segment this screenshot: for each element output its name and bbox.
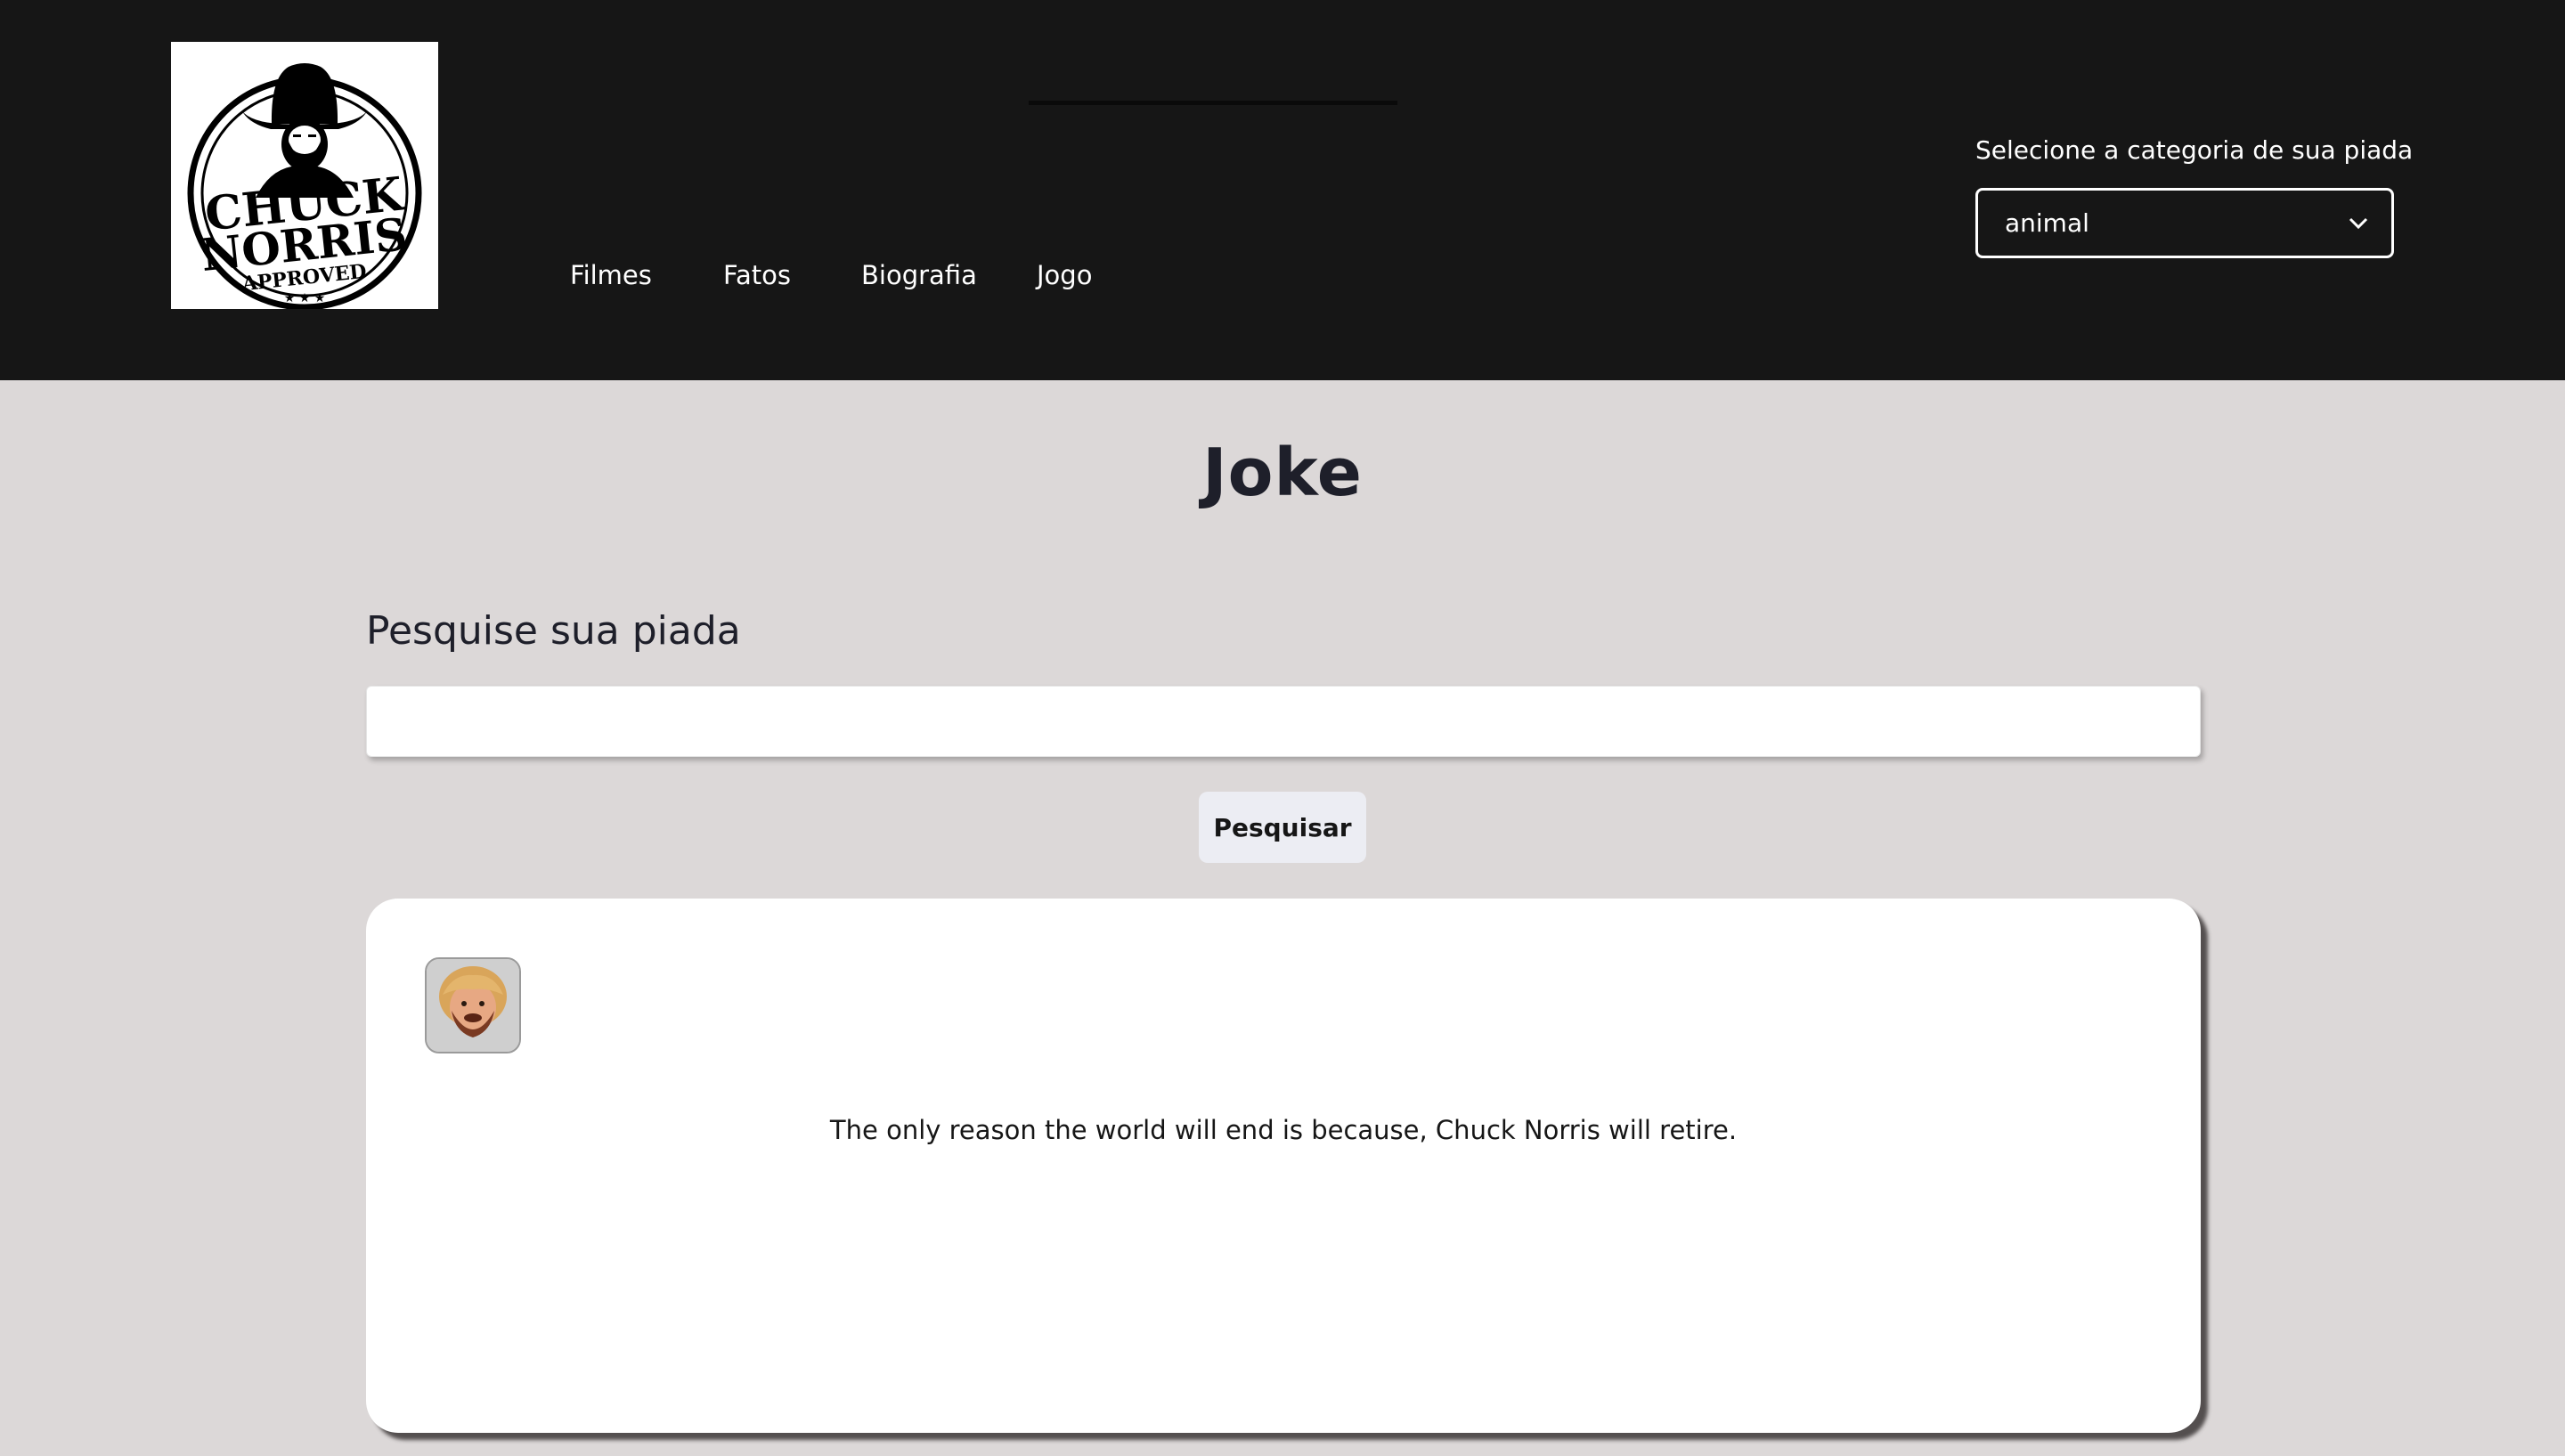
category-selected-value: animal <box>2005 208 2089 238</box>
nav-link-fatos[interactable]: Fatos <box>723 260 791 290</box>
header-divider <box>1029 101 1397 105</box>
page-title: Joke <box>1202 435 1363 511</box>
search-label: Pesquise sua piada <box>366 608 741 654</box>
chuck-norris-avatar-icon <box>425 957 521 1053</box>
site-header: CHUCK NORRIS APPROVED ★ ★ ★ Filmes Fatos… <box>0 0 2565 380</box>
nav-link-filmes[interactable]: Filmes <box>570 260 652 290</box>
chevron-down-icon <box>2349 217 2368 230</box>
joke-text: The only reason the world will end is be… <box>829 1115 1738 1145</box>
joke-card: The only reason the world will end is be… <box>366 899 2201 1433</box>
category-select[interactable]: animal <box>1975 188 2394 258</box>
nav-link-jogo[interactable]: Jogo <box>1037 260 1092 290</box>
search-button[interactable]: Pesquisar <box>1199 792 1366 863</box>
logo-stars: ★ ★ ★ <box>284 291 326 305</box>
category-label: Selecione a categoria de sua piada <box>1975 135 2414 165</box>
search-input[interactable] <box>366 686 2201 757</box>
chuck-norris-logo[interactable]: CHUCK NORRIS APPROVED ★ ★ ★ <box>171 42 438 309</box>
logo-graphic: CHUCK NORRIS APPROVED ★ ★ ★ <box>187 63 422 309</box>
nav-link-biografia[interactable]: Biografia <box>861 260 977 290</box>
